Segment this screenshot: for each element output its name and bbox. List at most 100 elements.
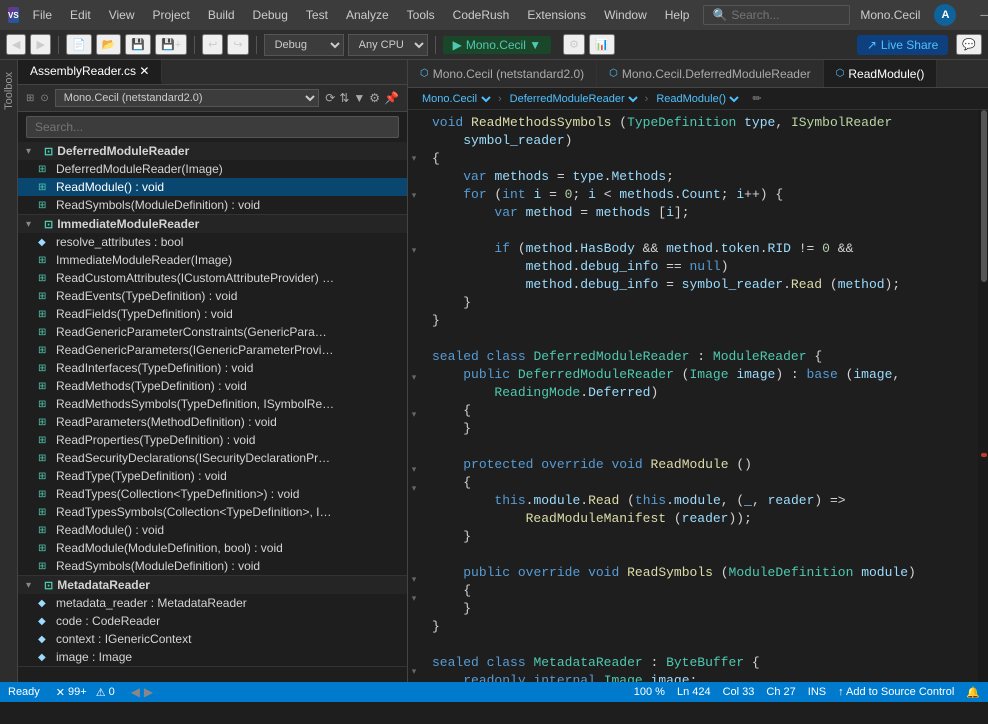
breadcrumb-class[interactable]: DeferredModuleReader [506, 92, 641, 106]
member-readgenericparams[interactable]: ⊞ ReadGenericParameters(IGenericParamete… [18, 341, 407, 359]
member-label-rm: ReadMethods(TypeDefinition) : void [56, 379, 247, 393]
toolbox-label[interactable]: Toolbox [1, 64, 17, 118]
member-readprops[interactable]: ⊞ ReadProperties(TypeDefinition) : void [18, 431, 407, 449]
deferred-class-header[interactable]: ▾ ⊡ DeferredModuleReader [18, 142, 407, 160]
explorer-search [18, 112, 407, 142]
minimize-button[interactable]: — [970, 5, 988, 25]
metadata-class-header[interactable]: ▾ ⊡ MetadataReader [18, 576, 407, 594]
sort-icon[interactable]: ⇅ [339, 91, 349, 105]
settings-icon[interactable]: ⚙ [369, 91, 380, 105]
title-search[interactable]: 🔍 [703, 5, 850, 25]
member-readmethods[interactable]: ⊞ ReadMethods(TypeDefinition) : void [18, 377, 407, 395]
menu-build[interactable]: Build [200, 4, 243, 26]
code-tab-3[interactable]: ⬡ ReadModule() [824, 60, 938, 87]
explorer-tab-label: AssemblyReader.cs [30, 64, 136, 78]
member-readmodule-imm[interactable]: ⊞ ReadModule() : void [18, 521, 407, 539]
menu-project[interactable]: Project [145, 4, 198, 26]
member-label-3: ReadSymbols(ModuleDefinition) : void [56, 198, 260, 212]
explorer-tabs: AssemblyReader.cs ✕ [18, 60, 407, 85]
member-readsymbols-deferred[interactable]: ⊞ ReadSymbols(ModuleDefinition) : void [18, 196, 407, 214]
member-readtypessymbols[interactable]: ⊞ ReadTypesSymbols(Collection<TypeDefini… [18, 503, 407, 521]
avatar[interactable]: A [934, 4, 956, 26]
redo-button[interactable]: ↪ [227, 34, 248, 55]
sync-icon[interactable]: ⟳ [325, 91, 335, 105]
member-readsymbols-imm[interactable]: ⊞ ReadSymbols(ModuleDefinition) : void [18, 557, 407, 575]
method-icon-ri: ⊞ [38, 363, 52, 374]
code-text-area[interactable]: void ReadMethodsSymbols (TypeDefinition … [422, 110, 988, 682]
main-area: Toolbox AssemblyReader.cs ✕ ⊞ ⊙ Mono.Cec… [0, 60, 988, 682]
run-button[interactable]: ▶ Mono.Cecil ▼ [443, 36, 551, 54]
explorer-file-tab[interactable]: AssemblyReader.cs ✕ [18, 60, 162, 84]
namespace-dropdown[interactable]: Mono.Cecil (netstandard2.0) [55, 89, 319, 107]
member-readgenericconstraints[interactable]: ⊞ ReadGenericParameterConstraints(Generi… [18, 323, 407, 341]
explorer-panel: AssemblyReader.cs ✕ ⊞ ⊙ Mono.Cecil (nets… [18, 60, 408, 682]
menu-test[interactable]: Test [298, 4, 336, 26]
menu-view[interactable]: View [101, 4, 143, 26]
perf-button[interactable]: 📊 [589, 34, 615, 55]
member-readinterfaces[interactable]: ⊞ ReadInterfaces(TypeDefinition) : void [18, 359, 407, 377]
menu-window[interactable]: Window [596, 4, 655, 26]
save-all-button[interactable]: 💾+ [155, 34, 187, 55]
forward-button[interactable]: ▶ [30, 34, 50, 55]
member-readmodule[interactable]: ⊞ ReadModule() : void [18, 178, 407, 196]
live-share-button[interactable]: ↗ Live Share [857, 35, 948, 55]
notification-bell[interactable]: 🔔 [966, 686, 980, 699]
member-context-field[interactable]: ◆ context : IGenericContext [18, 630, 407, 648]
member-code-field[interactable]: ◆ code : CodeReader [18, 612, 407, 630]
breadcrumb-method[interactable]: ReadModule() [652, 92, 742, 106]
member-immediate-constructor[interactable]: ⊞ ImmediateModuleReader(Image) [18, 251, 407, 269]
member-readcustom[interactable]: ⊞ ReadCustomAttributes(ICustomAttributeP… [18, 269, 407, 287]
run-target-label: Mono.Cecil ▼ [466, 38, 541, 52]
nav-back-arrow[interactable]: ◀ [131, 685, 140, 699]
scroll-thumb[interactable] [981, 110, 987, 282]
explorer-search-input[interactable] [26, 116, 399, 138]
code-content-area[interactable]: ▾ ▾ ▾ ▾ ▾ ▾ ▾ [408, 110, 988, 682]
member-readtypes[interactable]: ⊞ ReadTypes(Collection<TypeDefinition>) … [18, 485, 407, 503]
menu-file[interactable]: File [25, 4, 60, 26]
member-readsecurity[interactable]: ⊞ ReadSecurityDeclarations(ISecurityDecl… [18, 449, 407, 467]
member-readtype[interactable]: ⊞ ReadType(TypeDefinition) : void [18, 467, 407, 485]
method-icon-rsi: ⊞ [38, 561, 52, 572]
method-icon-rms: ⊞ [38, 399, 52, 410]
member-deferred-constructor[interactable]: ⊞ DeferredModuleReader(Image) [18, 160, 407, 178]
member-label-mrf: metadata_reader : MetadataReader [56, 596, 247, 610]
code-tab-2[interactable]: ⬡ Mono.Cecil.DeferredModuleReader [597, 60, 824, 87]
collapse-icon: ▾ [26, 146, 40, 157]
menu-edit[interactable]: Edit [62, 4, 99, 26]
error-count[interactable]: ✕ 99+ ⚠ 0 [56, 686, 115, 699]
breadcrumb-namespace[interactable]: Mono.Cecil [418, 92, 494, 106]
member-metadata-reader-field[interactable]: ◆ metadata_reader : MetadataReader [18, 594, 407, 612]
immediate-class-header[interactable]: ▾ ⊡ ImmediateModuleReader [18, 215, 407, 233]
pin-icon[interactable]: 📌 [384, 91, 399, 105]
menu-extensions[interactable]: Extensions [519, 4, 594, 26]
zoom-label[interactable]: 100 % [634, 686, 665, 698]
explorer-tab-close[interactable]: ✕ [139, 64, 149, 78]
platform-dropdown[interactable]: Any CPU [348, 34, 428, 56]
member-readmodule-bool[interactable]: ⊞ ReadModule(ModuleDefinition, bool) : v… [18, 539, 407, 557]
edit-breadcrumb-icon[interactable]: ✏ [752, 92, 761, 105]
new-file-button[interactable]: 📄 [66, 34, 92, 55]
menu-help[interactable]: Help [657, 4, 698, 26]
menu-debug[interactable]: Debug [245, 4, 296, 26]
source-control-label[interactable]: ↑ Add to Source Control [838, 686, 954, 698]
menu-coderush[interactable]: CodeRush [445, 4, 518, 26]
undo-button[interactable]: ↩ [202, 34, 223, 55]
menu-tools[interactable]: Tools [399, 4, 443, 26]
member-readmethodssymbols[interactable]: ⊞ ReadMethodsSymbols(TypeDefinition, ISy… [18, 395, 407, 413]
filter-icon[interactable]: ▼ [353, 91, 365, 105]
save-button[interactable]: 💾 [125, 34, 151, 55]
member-readparameters[interactable]: ⊞ ReadParameters(MethodDefinition) : voi… [18, 413, 407, 431]
member-resolve-attr[interactable]: ◆ resolve_attributes : bool [18, 233, 407, 251]
open-button[interactable]: 📂 [96, 34, 122, 55]
diagnostics-button[interactable]: ⚙ [563, 34, 585, 55]
member-image-field[interactable]: ◆ image : Image [18, 648, 407, 666]
back-button[interactable]: ◀ [6, 34, 26, 55]
search-input[interactable] [731, 8, 841, 22]
feedback-button[interactable]: 💬 [956, 34, 982, 55]
member-readevents[interactable]: ⊞ ReadEvents(TypeDefinition) : void [18, 287, 407, 305]
menu-analyze[interactable]: Analyze [338, 4, 397, 26]
code-tab-1[interactable]: ⬡ Mono.Cecil (netstandard2.0) [408, 60, 597, 87]
config-dropdown[interactable]: Debug [264, 34, 344, 56]
member-readfields[interactable]: ⊞ ReadFields(TypeDefinition) : void [18, 305, 407, 323]
nav-forward-arrow[interactable]: ▶ [144, 685, 153, 699]
